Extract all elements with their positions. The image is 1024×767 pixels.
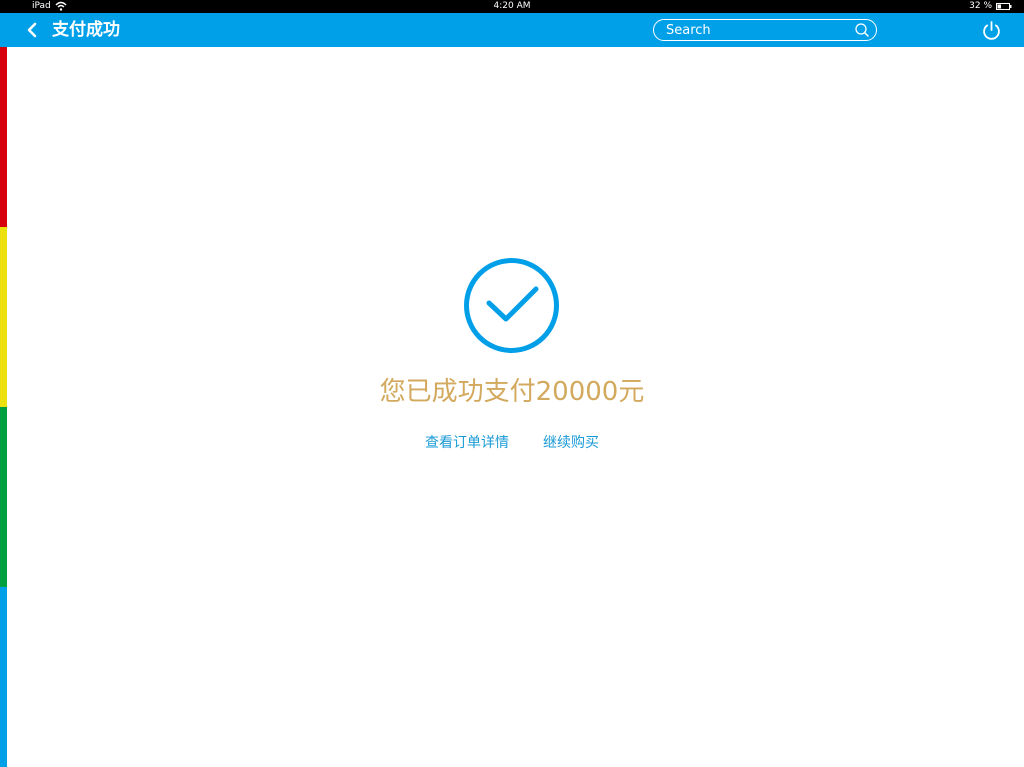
power-icon[interactable] <box>981 20 1002 41</box>
search-input[interactable] <box>666 21 846 39</box>
stripe-segment-blue <box>0 587 7 767</box>
battery-percentage: 32 % <box>969 1 992 11</box>
page-title: 支付成功 <box>52 20 120 40</box>
action-links: 查看订单详情 继续购买 <box>0 432 1024 454</box>
check-circle-icon <box>464 258 559 353</box>
search-icon[interactable] <box>854 22 870 38</box>
status-time: 4:20 AM <box>493 1 531 11</box>
payment-success-message: 您已成功支付20000元 <box>379 377 645 407</box>
back-button[interactable]: 支付成功 <box>26 13 120 47</box>
continue-shopping-link[interactable]: 继续购买 <box>543 432 599 454</box>
chevron-left-icon <box>27 22 37 38</box>
stripe-segment-red <box>0 47 7 227</box>
nav-bar: 支付成功 <box>0 13 1024 47</box>
search-box[interactable] <box>653 19 877 41</box>
view-order-details-link[interactable]: 查看订单详情 <box>425 432 509 454</box>
battery-icon <box>996 3 1012 10</box>
status-bar: iPad 4:20 AM 32 % <box>0 0 1024 13</box>
